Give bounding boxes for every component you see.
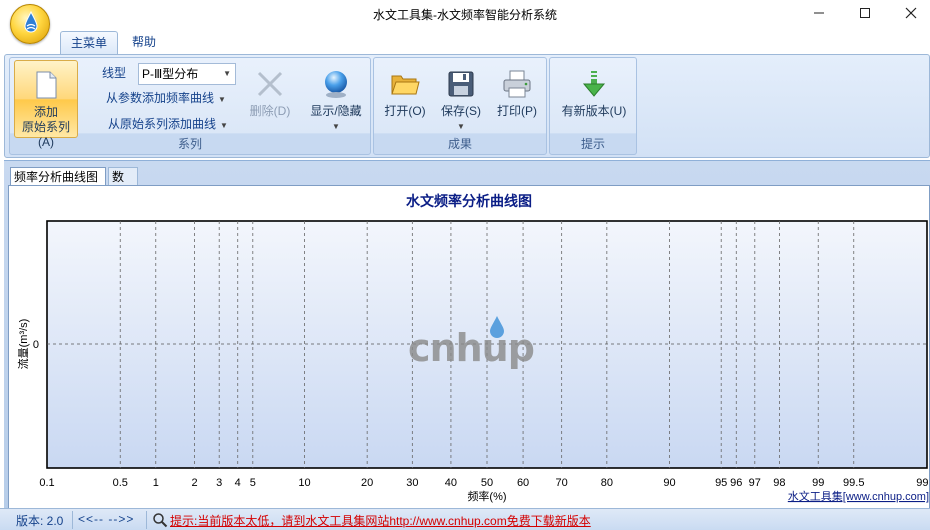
folder-open-icon [391,75,420,95]
x-axis-ticks: 0.1 0.5 1 2 3 4 5 10 20 30 40 50 60 70 80 90 95 96 97 98 99 9… [39,477,930,489]
x-tick-label: 97 [749,477,761,489]
x-tick-label: 1 [153,477,159,489]
add-raw-series-button[interactable]: 添加 原始系列(A) [14,60,78,149]
group-result-label: 成果 [447,137,472,151]
x-tick-label: 3 [216,477,222,489]
line-type-row: 线型 P-Ⅲ型分布 ▼ [102,62,236,85]
show-hide-button[interactable]: 显示/隐藏 ▼ [302,60,370,138]
watermark-text: cnhup [408,326,534,370]
update-hint-link[interactable]: 提示:当前版本太低，请到水文工具集网站http://www.cnhup.com免… [170,512,591,529]
footer-link[interactable]: 水文工具集[www.cnhup.com] [788,489,929,503]
group-tips-label: 提示 [580,137,605,151]
line-type-value: P-Ⅲ型分布 [142,67,199,81]
tab-frequency-chart[interactable]: 频率分析曲线图 [10,167,106,187]
ribbon-panel: 添加 原始系列(A) 线型 P-Ⅲ型分布 ▼ 从参数添加频率曲线 ▼ 从原始系列添… [4,54,930,158]
title-bar: 水文工具集-水文频率智能分析系统 [0,0,930,28]
nav-arrows[interactable]: <<-- -->> [78,512,134,526]
floppy-disk-icon [448,71,474,97]
new-document-icon [36,71,57,99]
x-tick-label: 20 [361,477,373,489]
x-tick-label: 80 [601,477,613,489]
x-tick-label: 0.1 [39,477,54,489]
new-version-button[interactable]: 有新版本(U) [554,60,634,138]
add-from-raw-label: 从原始系列添加曲线 [108,117,217,131]
delete-button[interactable]: 删除(D) [242,60,298,138]
x-tick-label: 30 [406,477,418,489]
x-tick-label: 99.5 [843,477,864,489]
x-tick-label: 2 [192,477,198,489]
status-separator [146,511,147,529]
y-tick-label: 0 [33,339,39,351]
x-tick-label: 40 [445,477,457,489]
x-tick-label: 0.5 [113,477,128,489]
add-from-params-label: 从参数添加频率曲线 [106,91,215,105]
download-arrow-icon [582,71,606,97]
tab-data[interactable]: 数据 [108,167,138,202]
chart-panel: 水文频率分析曲线图 0.1 0.5 1 2 3 4 5 10 20 30 40 50 60 70 80 90 9… [8,185,930,509]
tab-help[interactable]: 帮助 [122,31,166,55]
chevron-down-icon: ▼ [457,122,465,131]
chart-title: 水文频率分析曲线图 [406,193,532,210]
chevron-down-icon: ▼ [332,122,340,131]
delete-x-icon [257,71,283,97]
save-button[interactable]: 保存(S) ▼ [436,60,486,138]
add-button-line1: 添加 [33,105,58,119]
x-tick-label: 10 [298,477,310,489]
delete-label: 删除(D) [249,104,291,118]
ribbon-tab-row: 主菜单 帮助 [0,28,930,55]
maximize-icon[interactable] [842,0,888,26]
open-label: 打开(O) [384,104,426,118]
add-from-params-button[interactable]: 从参数添加频率曲线 ▼ [106,87,226,109]
print-button[interactable]: 打印(P) [492,60,542,138]
group-series-label: 系列 [177,137,202,151]
x-tick-label: 90 [663,477,675,489]
x-tick-label: 98 [773,477,785,489]
status-separator [72,511,73,529]
chevron-down-icon: ▼ [218,95,226,104]
water-drop-icon [24,11,38,33]
save-label: 保存(S) [441,104,481,118]
chevron-down-icon: ▼ [220,121,228,130]
x-tick-label: 96 [730,477,742,489]
chevron-down-icon: ▼ [223,69,231,78]
add-from-raw-button[interactable]: 从原始系列添加曲线 ▼ [108,113,228,135]
show-hide-label: 显示/隐藏 [310,104,362,118]
x-tick-label: 99.9 [916,477,929,489]
x-axis-label: 频率(%) [467,489,506,503]
y-axis-label: 流量(m³/s) [16,319,30,370]
open-button[interactable]: 打开(O) [380,60,430,138]
new-version-label: 有新版本(U) [561,104,627,118]
line-type-select[interactable]: P-Ⅲ型分布 ▼ [138,63,236,85]
x-tick-label: 99 [812,477,824,489]
x-tick-label: 5 [250,477,256,489]
status-bar: 版本: 2.0 <<-- -->> 提示:当前版本太低，请到水文工具集网站htt… [0,508,930,530]
group-tips: 有新版本(U) 提示 [549,57,637,155]
print-label: 打印(P) [497,104,537,118]
group-result: 打开(O) 保存(S) ▼ 打印(P) 成果 [373,57,547,155]
x-tick-label: 4 [235,477,241,489]
x-tick-label: 95 [715,477,727,489]
content-area: 频率分析曲线图 数据 水文频率分析曲线图 0.1 0.5 1 2 3 45 10 20 30 40… [4,160,930,509]
magnifier-icon [153,513,168,528]
x-tick-label: 70 [556,477,568,489]
minimize-icon[interactable] [796,0,842,26]
version-text: 版本: 2.0 [16,514,64,528]
line-type-label: 线型 [102,66,127,80]
x-tick-label: 50 [481,477,493,489]
x-tick-label: 60 [517,477,529,489]
printer-icon [503,70,531,98]
group-series: 添加 原始系列(A) 线型 P-Ⅲ型分布 ▼ 从参数添加频率曲线 ▼ 从原始系列添… [9,57,371,155]
window-title: 水文工具集-水文频率智能分析系统 [373,8,557,22]
tab-main-menu[interactable]: 主菜单 [60,31,119,55]
close-icon[interactable] [888,0,930,26]
app-orb-button[interactable] [10,4,50,44]
frequency-chart: 水文频率分析曲线图 0.1 0.5 1 2 3 4 5 10 20 30 40 50 60 70 80 90 9… [16,193,930,503]
blue-orb-icon [325,71,347,98]
